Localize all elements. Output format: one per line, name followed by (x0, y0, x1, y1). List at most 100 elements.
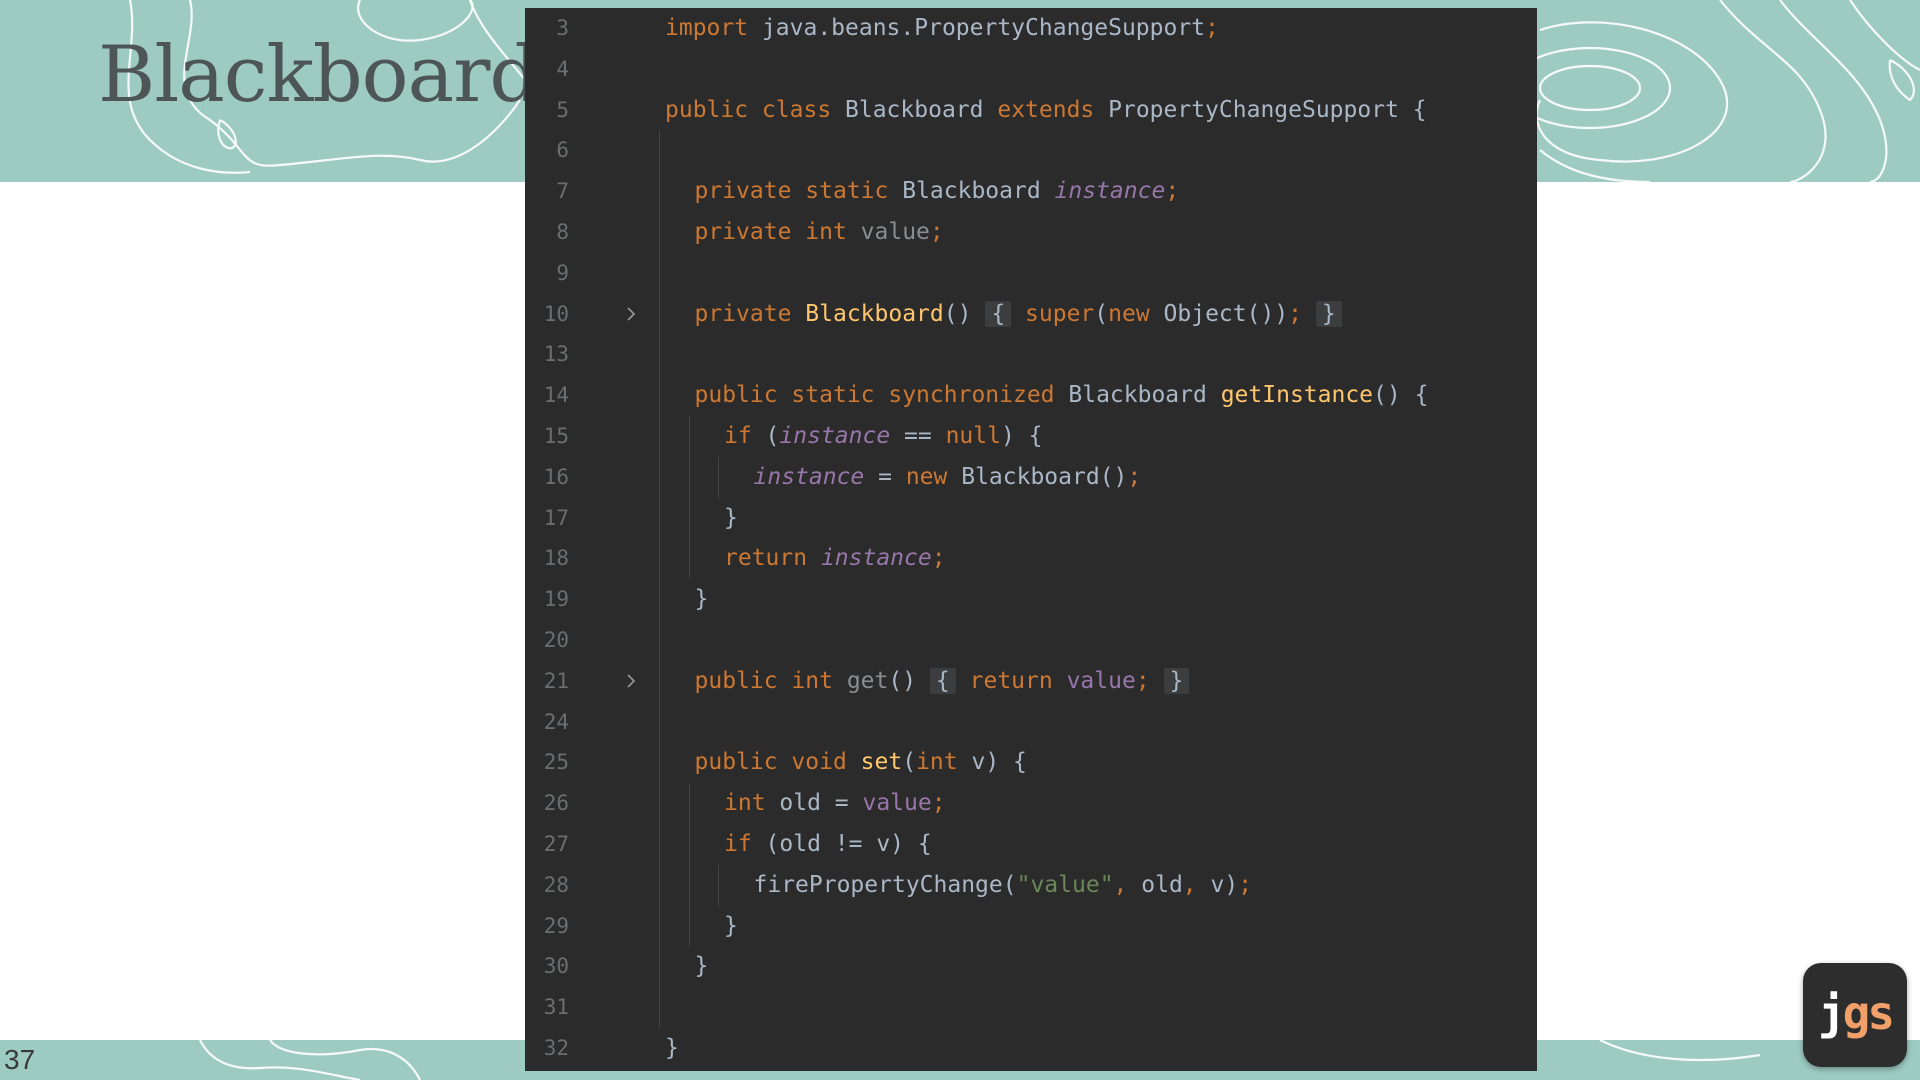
code-token: Blackboard() (961, 463, 1128, 490)
code-token: ; (1238, 871, 1253, 898)
fold-chevron-icon[interactable] (625, 661, 639, 701)
code-token: public class (665, 96, 846, 123)
code-token: { (985, 300, 1012, 327)
code-token: private (694, 300, 806, 327)
code-token: public void (694, 749, 861, 776)
code-token: instance (820, 545, 932, 572)
line-number: 32 (543, 1036, 569, 1060)
line-number: 27 (543, 832, 569, 856)
code-token: return (724, 545, 821, 572)
code-token: ; (931, 790, 946, 817)
code-text: } (724, 906, 738, 946)
code-line: 28 firePropertyChange("value", old, v); (525, 864, 1537, 906)
code-token: ( (765, 423, 780, 449)
code-line: 7 private static Blackboard instance; (525, 171, 1537, 212)
code-text: public static synchronized Blackboard ge… (695, 375, 1429, 415)
code-text: } (695, 946, 709, 986)
code-text: private static Blackboard instance; (695, 171, 1180, 211)
code-text: public class Blackboard extends Property… (665, 90, 1427, 130)
code-line: 6 (525, 130, 1537, 170)
code-token: instance (779, 423, 891, 449)
line-number: 7 (556, 179, 569, 204)
code-token: ( (1094, 300, 1109, 327)
line-number: 20 (543, 628, 569, 652)
code-text: private int value; (695, 212, 944, 252)
fold-chevron-icon[interactable] (625, 294, 639, 334)
line-number: 26 (543, 791, 569, 816)
indent-guide (688, 824, 690, 865)
code-token: private int (694, 219, 861, 245)
code-token: instance (1054, 178, 1166, 205)
code-line: 5 public class Blackboard extends Propert… (525, 90, 1537, 130)
code-token: () { (1373, 382, 1429, 409)
code-token: () (888, 667, 930, 694)
code-token: (old != v) { (765, 831, 932, 857)
code-text: instance = new Blackboard(); (754, 457, 1142, 497)
code-token: ) { (1000, 423, 1043, 449)
code-line: 17} (525, 497, 1537, 539)
line-number: 24 (543, 709, 569, 734)
code-text: private Blackboard() { super(new Object(… (695, 294, 1342, 334)
code-text: import java.beans.PropertyChangeSupport; (665, 8, 1219, 48)
code-token: ; (931, 545, 946, 572)
indent-guide (688, 497, 690, 539)
code-token: int (916, 749, 972, 776)
code-token: { (929, 667, 956, 694)
jgs-logo: jgs (1803, 963, 1907, 1067)
code-line: 32} (525, 1028, 1537, 1068)
indent-guide (688, 864, 690, 906)
code-line: 13 (525, 334, 1537, 374)
logo-gs: gs (1842, 986, 1895, 1040)
code-line: 9 (525, 253, 1537, 293)
code-line: 15 if (instance == null) { (525, 416, 1537, 457)
code-token: Blackboard (805, 300, 944, 327)
code-line: 24 (525, 702, 1537, 742)
code-token: private static (694, 178, 903, 205)
code-token: ; (1205, 15, 1219, 41)
code-text: if (old != v) { (724, 824, 932, 864)
indent-guide (718, 864, 719, 906)
code-token: ; (1165, 178, 1180, 205)
code-token: instance (753, 463, 865, 490)
code-token: Blackboard (1068, 382, 1221, 409)
line-number: 18 (543, 546, 569, 571)
code-token: ( (902, 749, 917, 776)
code-token: super (1025, 300, 1095, 327)
line-number: 4 (556, 56, 569, 81)
code-token: old = (779, 790, 863, 817)
code-line: 29} (525, 905, 1537, 947)
code-text: int old = value; (724, 783, 946, 823)
code-token: ) (1274, 300, 1289, 327)
code-token: new (1108, 300, 1164, 327)
code-line: 14 public static synchronized Blackboard … (525, 375, 1537, 416)
line-number: 21 (543, 668, 569, 693)
code-token: PropertyChangeSupport { (1108, 96, 1427, 123)
code-line: 31 (525, 987, 1537, 1027)
code-text: if (instance == null) { (724, 416, 1043, 456)
code-token: Blackboard (902, 178, 1055, 205)
code-token: "value" (1016, 871, 1114, 898)
code-line: 10 private Blackboard() { super(new Objec… (525, 293, 1537, 335)
line-number: 3 (556, 16, 569, 40)
code-token: value (1066, 667, 1136, 694)
line-number: 13 (543, 342, 569, 367)
code-token: v) (1210, 871, 1239, 898)
code-token: return (969, 667, 1067, 694)
code-line: 18 return instance; (525, 538, 1537, 580)
code-token: == (890, 423, 946, 449)
code-token: set (860, 749, 903, 776)
code-text: return instance; (724, 538, 946, 578)
code-line: 27 if (old != v) { (525, 824, 1537, 865)
code-token: ; (929, 219, 944, 245)
code-token: public int (694, 667, 847, 694)
code-line: 25 public void set(int v) { (525, 742, 1537, 784)
line-number: 29 (543, 913, 569, 938)
indent-guide (688, 456, 690, 498)
logo-j: j (1817, 986, 1846, 1040)
code-token: ; (1288, 300, 1303, 327)
code-text: } (724, 498, 738, 538)
code-token: , (1113, 871, 1142, 898)
